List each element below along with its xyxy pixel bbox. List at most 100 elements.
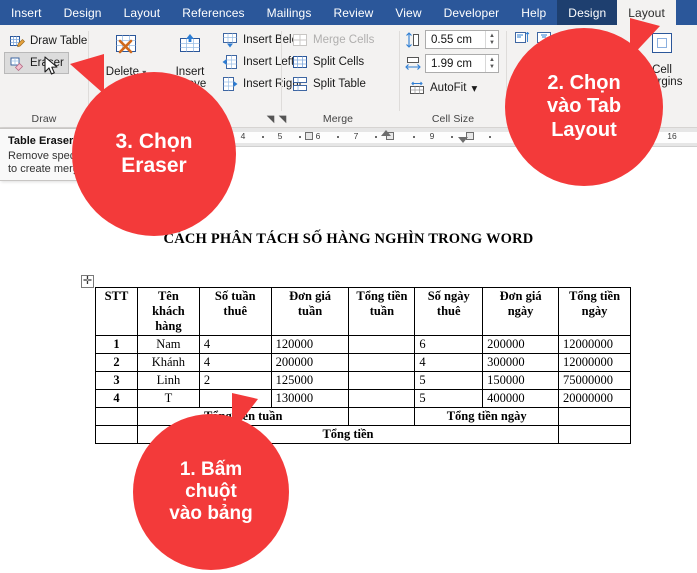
merge-dialog-launcher[interactable]: ◥ [277, 114, 288, 125]
table-row[interactable]: 3 Linh 2 125000 5 150000 75000000 [95, 371, 631, 390]
total-spacer-cell[interactable] [95, 425, 138, 444]
cell-tong-ngay[interactable]: 75000000 [558, 371, 631, 390]
table-row[interactable]: 2 Khánh 4 200000 4 300000 12000000 [95, 353, 631, 372]
cell-don-gia-ngay[interactable]: 200000 [482, 335, 559, 354]
column-header-don-gia-ngay: Đơn giá ngày [482, 287, 559, 336]
group-separator [399, 31, 400, 111]
cell-size-group-label: Cell Size [431, 113, 475, 125]
cell-tong-ngay[interactable]: 12000000 [558, 353, 631, 372]
autofit-label: AutoFit [430, 82, 467, 94]
column-width-icon [405, 56, 421, 72]
chevron-down-icon[interactable]: ▾ [471, 81, 477, 95]
hanging-indent-marker[interactable] [458, 137, 468, 143]
callout-bubble-1: 1. Bấm chuột vào bảng [133, 414, 289, 570]
split-table-icon [292, 76, 308, 92]
callout-bubble-2: 2. Chọn vào Tab Layout [505, 28, 663, 186]
tab-stop-marker[interactable] [305, 132, 313, 140]
cell-stt[interactable]: 4 [95, 389, 138, 408]
cell-tong-ngay[interactable]: 12000000 [558, 335, 631, 354]
row-height-stepper[interactable]: ▲ ▼ [485, 31, 498, 48]
split-cells-button[interactable]: Split Cells [288, 52, 368, 72]
ruler-tick: 5 [277, 131, 283, 141]
summary-value-weekly[interactable] [348, 407, 416, 426]
cell-don-gia-tuan[interactable]: 120000 [270, 335, 350, 354]
cell-so-tuan[interactable]: 4 [198, 335, 272, 354]
split-cells-label: Split Cells [313, 56, 365, 68]
cell-stt[interactable]: 2 [95, 353, 138, 372]
table-header-row: STT Tên khách hàng Số tuần thuê Đơn giá … [95, 287, 631, 336]
ruler-tick: 9 [429, 131, 435, 141]
cell-ten[interactable]: Khánh [136, 353, 200, 372]
cell-stt[interactable]: 1 [95, 335, 138, 354]
ribbon-group-merge: Merge Cells Split Cells Split Table Merg [279, 25, 393, 128]
cell-so-tuan[interactable]: 2 [198, 371, 272, 390]
tab-view[interactable]: View [384, 0, 432, 25]
table-row[interactable]: 4 T 130000 5 400000 20000000 [95, 389, 631, 408]
document-heading: CÁCH PHÂN TÁCH SỐ HÀNG NGHÌN TRONG WORD [163, 231, 534, 247]
ruler-tick: 7 [353, 131, 359, 141]
column-width-input[interactable]: 1.99 cm ▲ ▼ [425, 54, 499, 73]
tab-design[interactable]: Design [53, 0, 113, 25]
delete-button[interactable]: Delete ▾ [98, 33, 154, 78]
cell-tong-tuan[interactable] [348, 389, 416, 408]
cell-don-gia-ngay[interactable]: 150000 [482, 371, 559, 390]
split-table-button[interactable]: Split Table [288, 74, 370, 94]
table-row[interactable]: 1 Nam 4 120000 6 200000 12000000 [95, 335, 631, 354]
split-table-label: Split Table [313, 78, 366, 90]
cell-so-ngay[interactable]: 5 [414, 389, 484, 408]
cell-stt[interactable]: 3 [95, 371, 138, 390]
summary-spacer-cell[interactable] [95, 407, 138, 426]
summary-label-tong-tien-ngay[interactable]: Tổng tiền ngày [414, 407, 559, 426]
cell-ten[interactable]: T [136, 389, 200, 408]
autofit-button[interactable]: AutoFit ▾ [405, 78, 481, 98]
rows-columns-dialog-launcher[interactable]: ◥ [265, 114, 276, 125]
total-value-cell[interactable] [558, 425, 631, 444]
column-header-tong-tien-tuan: Tổng tiền tuần [348, 287, 416, 336]
cell-tong-ngay[interactable]: 20000000 [558, 389, 631, 408]
row-height-input[interactable]: 0.55 cm ▲ ▼ [425, 30, 499, 49]
summary-value-daily[interactable] [558, 407, 631, 426]
first-line-indent-marker[interactable] [381, 130, 391, 136]
ribbon-group-cell-size: 0.55 cm ▲ ▼ 1.99 cm ▲ ▼ AutoFit ▾ Cell S… [401, 25, 505, 128]
callout-2-line-3: Layout [551, 118, 617, 141]
callout-1-line-1: 1. Bấm [179, 458, 243, 480]
tab-developer[interactable]: Developer [433, 0, 511, 25]
cell-so-ngay[interactable]: 5 [414, 371, 484, 390]
table-move-handle[interactable]: ✛ [81, 275, 94, 288]
delete-table-icon [98, 33, 154, 64]
merge-cells-button[interactable]: Merge Cells [288, 30, 378, 50]
cell-tong-tuan[interactable] [348, 353, 416, 372]
align-top-left-icon [514, 31, 530, 47]
tab-review[interactable]: Review [322, 0, 384, 25]
tab-insert[interactable]: Insert [0, 0, 53, 25]
group-separator [281, 31, 282, 111]
cell-tong-tuan[interactable] [348, 371, 416, 390]
callout-1-line-2: chuột [185, 480, 237, 502]
column-width-stepper[interactable]: ▲ ▼ [485, 55, 498, 72]
row-height-icon [405, 32, 421, 48]
tab-table-design[interactable]: Design [557, 0, 618, 25]
callout-bubble-3: 3. Chọn Eraser [72, 72, 236, 236]
callout-1-line-3: vào bảng [169, 503, 253, 525]
draw-table-button[interactable]: Draw Table [5, 31, 91, 51]
cell-ten[interactable]: Linh [136, 371, 200, 390]
column-header-tong-tien-ngay: Tổng tiền ngày [558, 287, 631, 336]
cell-don-gia-tuan[interactable]: 130000 [270, 389, 350, 408]
cell-so-tuan[interactable]: 4 [198, 353, 272, 372]
draw-table-label: Draw Table [30, 35, 88, 47]
cell-don-gia-ngay[interactable]: 300000 [482, 353, 559, 372]
tab-mailings[interactable]: Mailings [256, 0, 323, 25]
cell-so-ngay[interactable]: 6 [414, 335, 484, 354]
cell-don-gia-ngay[interactable]: 400000 [482, 389, 559, 408]
rental-data-table[interactable]: STT Tên khách hàng Số tuần thuê Đơn giá … [95, 287, 631, 444]
tab-layout[interactable]: Layout [113, 0, 172, 25]
cell-tong-tuan[interactable] [348, 335, 416, 354]
callout-2-line-2: vào Tab [546, 95, 622, 118]
tab-help[interactable]: Help [510, 0, 557, 25]
cell-don-gia-tuan[interactable]: 125000 [270, 371, 350, 390]
cell-ten[interactable]: Nam [136, 335, 200, 354]
cell-so-ngay[interactable]: 4 [414, 353, 484, 372]
insert-below-icon [222, 32, 238, 48]
cell-don-gia-tuan[interactable]: 200000 [270, 353, 350, 372]
tab-references[interactable]: References [171, 0, 255, 25]
